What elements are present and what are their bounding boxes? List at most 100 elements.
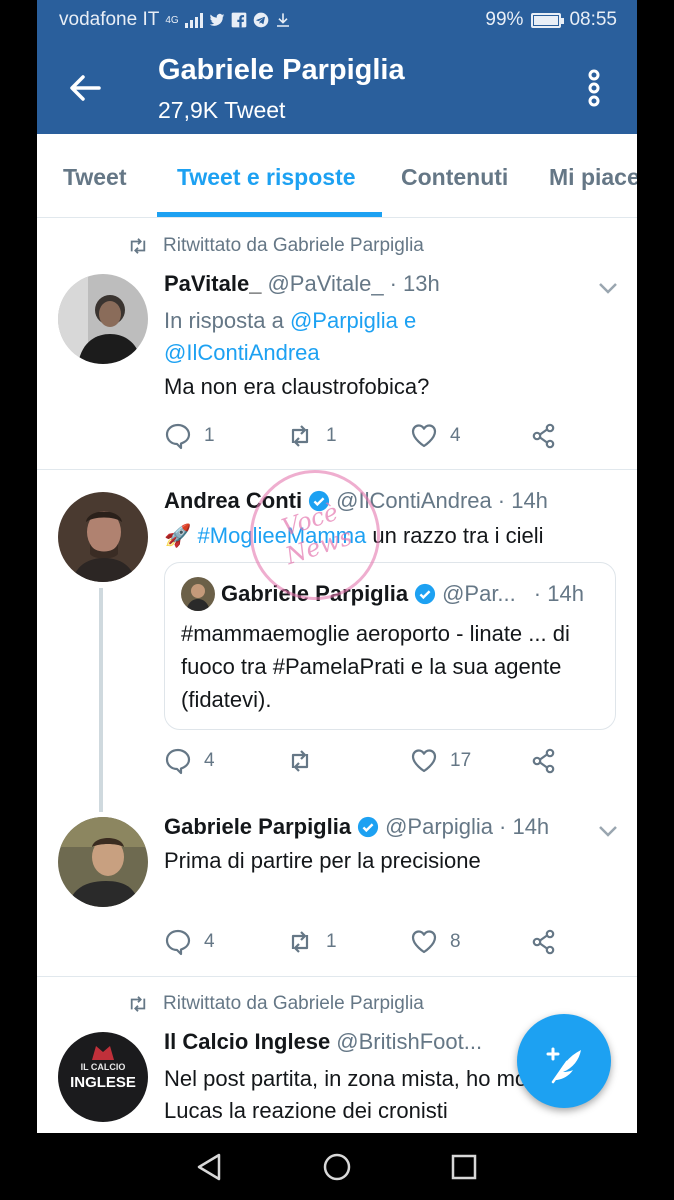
mention-link[interactable]: @IlContiAndrea [164, 340, 320, 365]
facebook-icon [231, 12, 247, 28]
reply-count: 1 [204, 425, 215, 446]
quoted-handle: @Par... [442, 581, 516, 606]
clock: 08:55 [569, 9, 617, 30]
tab-contenuti[interactable]: Contenuti [401, 164, 508, 191]
heart-icon [411, 930, 437, 954]
nav-back-icon[interactable] [191, 1149, 227, 1185]
reply-button[interactable]: 4 [164, 928, 215, 956]
quoted-text: #mammaemoglie aeroporto - linate ... di … [181, 621, 570, 712]
back-arrow-icon[interactable] [67, 70, 103, 106]
battery-icon [531, 12, 565, 28]
tweet-header: PaVitale_ @PaVitale_ · 13h [164, 271, 440, 297]
lion-crest-icon [92, 1046, 114, 1060]
battery-percent: 99% [485, 9, 524, 30]
tweet-time: · 14h [499, 814, 550, 839]
quoted-tweet[interactable]: Gabriele Parpiglia @Par... · 14h #mammae… [164, 562, 616, 730]
retweeted-by-label: Ritwittato da Gabriele Parpiglia [163, 993, 424, 1014]
like-button[interactable]: 8 [410, 928, 461, 956]
reply-prefix: In risposta a [164, 308, 284, 333]
retweet-small-icon [130, 996, 146, 1012]
share-button[interactable] [530, 422, 558, 450]
download-icon [276, 13, 289, 27]
reply-and: e [404, 308, 417, 333]
compose-feather-icon [546, 1047, 581, 1084]
share-icon [532, 748, 555, 774]
nav-home-icon[interactable] [319, 1149, 355, 1185]
share-button[interactable] [530, 928, 558, 956]
like-button[interactable]: 17 [410, 747, 471, 775]
tweet-actions: 4 17 [164, 747, 594, 777]
user-photo-icon [58, 492, 148, 582]
avatar[interactable] [58, 492, 148, 582]
retweet-count: 1 [326, 931, 337, 952]
user-photo-icon [58, 817, 148, 907]
avatar[interactable] [58, 274, 148, 364]
user-photo-icon [58, 274, 148, 364]
tweet-time: · 13h [389, 271, 440, 296]
user-handle[interactable]: @PaVitale_ [267, 271, 383, 297]
share-icon [532, 929, 555, 955]
avatar-logo-text-1: IL CALCIO [80, 1062, 126, 1072]
nav-recents-icon[interactable] [446, 1149, 482, 1185]
reply-icon [165, 423, 191, 450]
rocket-emoji: 🚀 [164, 523, 192, 548]
user-handle[interactable]: @BritishFoot... [336, 1029, 482, 1055]
twitter-screen: vodafone IT 4G 99% 08:55 Gabriele Parpig… [37, 0, 637, 1133]
display-name[interactable]: Il Calcio Inglese [164, 1029, 330, 1055]
retweet-button[interactable] [286, 747, 326, 775]
tweet-time: · 14h [497, 488, 548, 513]
status-bar: vodafone IT 4G 99% 08:55 [37, 0, 637, 40]
tweet-pavitale[interactable]: Ritwittato da Gabriele Parpiglia PaVital… [37, 219, 637, 469]
tab-tweet[interactable]: Tweet [63, 164, 126, 191]
retweet-icon [291, 750, 309, 772]
reply-icon [165, 929, 191, 956]
reply-count: 4 [204, 931, 215, 952]
verified-badge-icon [357, 816, 379, 838]
reply-context: In risposta a @Parpiglia e @IlContiAndre… [164, 305, 584, 369]
verified-badge-icon [414, 583, 436, 605]
reply-button[interactable]: 4 [164, 747, 215, 775]
retweet-button[interactable]: 1 [286, 928, 337, 956]
tab-mi-piace[interactable]: Mi piace [549, 164, 637, 191]
tweet-header: Il Calcio Inglese @BritishFoot... [164, 1029, 482, 1055]
carrier-label: vodafone IT [59, 9, 160, 30]
avatar[interactable] [58, 817, 148, 907]
tweet-actions: 4 1 8 [164, 928, 594, 958]
heart-icon [411, 749, 437, 773]
quoted-tweet-header: Gabriele Parpiglia @Par... · 14h [181, 577, 584, 611]
like-count: 8 [450, 931, 461, 952]
tweet-text: Ma non era claustrofobica? [164, 374, 430, 399]
profile-tabs: Tweet Tweet e risposte Contenuti Mi piac… [37, 134, 637, 218]
heart-icon [411, 424, 437, 448]
chevron-down-icon[interactable] [597, 824, 619, 838]
retweet-count: 1 [326, 425, 337, 446]
retweet-button[interactable]: 1 [286, 422, 337, 450]
share-button[interactable] [530, 747, 558, 775]
retweeted-by-label: Ritwittato da Gabriele Parpiglia [163, 235, 424, 256]
tweet-text-rest: un razzo tra i cieli [372, 523, 544, 548]
retweet-icon [291, 931, 309, 953]
signal-icon [184, 12, 203, 28]
chevron-down-icon[interactable] [597, 281, 619, 295]
reply-button[interactable]: 1 [164, 422, 215, 450]
quoted-avatar [181, 577, 215, 611]
avatar[interactable]: IL CALCIO INGLESE [58, 1032, 148, 1122]
compose-tweet-button[interactable] [517, 1014, 611, 1108]
tweet-gabriele-parpiglia[interactable]: Gabriele Parpiglia @Parpiglia · 14h Prim… [37, 800, 637, 975]
share-icon [532, 423, 555, 449]
like-count: 17 [450, 750, 472, 771]
system-nav-bar [0, 1133, 674, 1200]
retweet-icon [291, 425, 309, 447]
tweet-text: Prima di partire per la precisione [164, 848, 481, 873]
reply-count: 4 [204, 750, 215, 771]
like-button[interactable]: 4 [410, 422, 461, 450]
twitter-bird-icon [209, 13, 225, 26]
mention-link[interactable]: @Parpiglia [290, 308, 398, 333]
retweet-context: Ritwittato da Gabriele Parpiglia [127, 235, 424, 257]
overflow-menu-icon[interactable] [581, 68, 607, 108]
user-handle[interactable]: @Parpiglia [385, 814, 493, 840]
profile-title: Gabriele Parpiglia [158, 54, 405, 86]
display-name[interactable]: Gabriele Parpiglia [164, 814, 351, 840]
display-name[interactable]: PaVitale_ [164, 271, 261, 297]
tab-tweet-e-risposte[interactable]: Tweet e risposte [177, 164, 356, 191]
